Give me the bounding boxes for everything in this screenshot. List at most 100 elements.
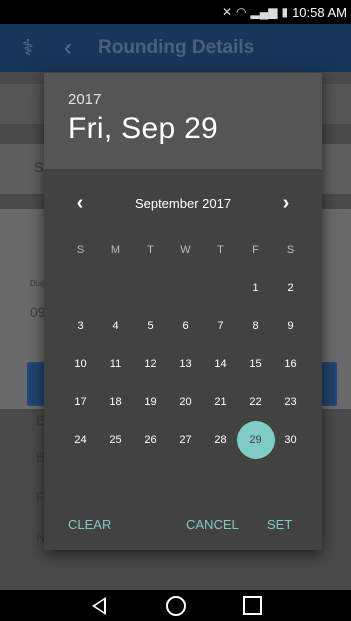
set-button[interactable]: SET	[267, 517, 292, 532]
day-cell[interactable]: 8	[238, 307, 273, 345]
weekday-label: T	[217, 244, 224, 256]
empty-day-cell	[98, 269, 133, 307]
next-month-button[interactable]: ›	[278, 192, 294, 215]
day-number: 13	[179, 358, 192, 370]
day-cell[interactable]: 1	[238, 269, 273, 307]
day-number: 15	[249, 358, 262, 370]
day-cell[interactable]: 24	[63, 421, 98, 459]
day-cell[interactable]: 21	[203, 383, 238, 421]
day-number: 8	[252, 320, 259, 332]
empty-day-cell	[133, 269, 168, 307]
selected-date-label[interactable]: Fri, Sep 29	[68, 112, 322, 146]
home-circle-icon	[165, 595, 186, 616]
background-text-s: S	[34, 159, 44, 175]
day-cell[interactable]: 14	[203, 345, 238, 383]
nav-back-button[interactable]	[84, 594, 114, 618]
selected-day-cell[interactable]: 29	[237, 421, 275, 459]
empty-day-cell	[203, 269, 238, 307]
day-cell[interactable]: 15	[238, 345, 273, 383]
nav-recents-button[interactable]	[238, 594, 268, 618]
weekday-label: S	[76, 244, 85, 256]
back-triangle-icon	[91, 596, 106, 615]
wifi-icon: ◠	[236, 5, 247, 19]
day-number: 22	[249, 396, 262, 408]
day-cell[interactable]: 6	[168, 307, 203, 345]
dialog-actions: CLEAR CANCEL SET	[44, 511, 322, 539]
day-number: 5	[147, 320, 154, 332]
day-cell[interactable]: 13	[168, 345, 203, 383]
day-number: 29	[249, 434, 262, 446]
day-cell[interactable]: 27	[168, 421, 203, 459]
calendar-week-row: 12	[63, 269, 308, 307]
day-cell[interactable]: 9	[273, 307, 308, 345]
day-cell[interactable]: 16	[273, 345, 308, 383]
day-number: 30	[284, 434, 297, 446]
empty-day-cell	[168, 269, 203, 307]
day-cell[interactable]: 22	[238, 383, 273, 421]
weekday-label: T	[147, 244, 154, 256]
day-number: 25	[109, 434, 122, 446]
mute-icon: ✕	[221, 5, 232, 19]
month-label: September 2017	[134, 195, 232, 211]
day-cell[interactable]: 19	[133, 383, 168, 421]
day-number: 24	[74, 434, 87, 446]
calendar-week-row: 3 4 5 6 7 8 9	[63, 307, 308, 345]
day-cell[interactable]: 3	[63, 307, 98, 345]
back-arrow-icon[interactable]: ‹	[64, 34, 72, 62]
day-cell[interactable]: 20	[168, 383, 203, 421]
day-number: 9	[287, 320, 294, 332]
day-cell[interactable]: 28	[203, 421, 238, 459]
day-cell[interactable]: 17	[63, 383, 98, 421]
status-icons: ✕ ◠ ▂▄▆ ▮	[222, 5, 288, 19]
day-cell[interactable]: 7	[203, 307, 238, 345]
day-cell[interactable]: 5	[133, 307, 168, 345]
day-cell[interactable]: 11	[98, 345, 133, 383]
day-cell[interactable]: 26	[133, 421, 168, 459]
calendar-week-row: 24 25 26 27 28 29 30	[63, 421, 308, 459]
month-navigation: ‹ September 2017 ›	[44, 185, 322, 221]
calendar-week-row: 17 18 19 20 21 22 23	[63, 383, 308, 421]
weekday-label: M	[110, 244, 121, 256]
day-number: 19	[144, 396, 157, 408]
day-number: 16	[284, 358, 297, 370]
status-bar: ✕ ◠ ▂▄▆ ▮ 10:58 AM	[0, 0, 351, 24]
day-cell[interactable]: 30	[273, 421, 308, 459]
cancel-button[interactable]: CANCEL	[186, 517, 239, 532]
day-number: 23	[284, 396, 297, 408]
navigation-bar	[0, 590, 351, 621]
weekday-label: F	[252, 244, 259, 256]
date-picker-dialog: 2017 Fri, Sep 29 ‹ September 2017 › S M …	[44, 73, 322, 550]
day-number: 12	[144, 358, 157, 370]
day-cell[interactable]: 2	[273, 269, 308, 307]
day-cell[interactable]: 4	[98, 307, 133, 345]
day-cell[interactable]: 12	[133, 345, 168, 383]
day-cell[interactable]: 23	[273, 383, 308, 421]
day-number: 6	[182, 320, 189, 332]
day-number: 27	[179, 434, 192, 446]
calendar-weeks: 1 2 3 4 5 6 7 8 9 10 11 12 13 14 15 16 17 18 19 20 21 22 23 24 2…	[63, 269, 308, 459]
day-number: 28	[214, 434, 227, 446]
day-cell[interactable]: 18	[98, 383, 133, 421]
year-label[interactable]: 2017	[68, 91, 322, 108]
weekday-header-row: S M T W T F S	[63, 231, 308, 269]
day-number: 18	[109, 396, 122, 408]
previous-month-button[interactable]: ‹	[72, 192, 88, 215]
day-number: 3	[77, 320, 84, 332]
day-number: 1	[252, 282, 259, 294]
nav-home-button[interactable]	[161, 594, 191, 618]
day-number: 11	[109, 358, 122, 370]
day-number: 4	[112, 320, 119, 332]
day-number: 21	[214, 396, 227, 408]
day-cell[interactable]: 25	[98, 421, 133, 459]
status-time: 10:58 AM	[292, 4, 347, 20]
day-number: 2	[287, 282, 294, 294]
weekday-label: S	[286, 244, 295, 256]
calendar-grid: S M T W T F S 1 2 3 4 5 6 7 8 9 10 11 12 13 14 15 16 17 1…	[63, 231, 308, 459]
clear-button[interactable]: CLEAR	[68, 517, 111, 532]
day-number: 17	[74, 396, 87, 408]
signal-icon: ▂▄▆	[250, 5, 278, 19]
weekday-label: W	[180, 244, 191, 256]
caduceus-logo-icon: ⚕	[22, 35, 34, 60]
day-number: 26	[144, 434, 157, 446]
day-cell[interactable]: 10	[63, 345, 98, 383]
